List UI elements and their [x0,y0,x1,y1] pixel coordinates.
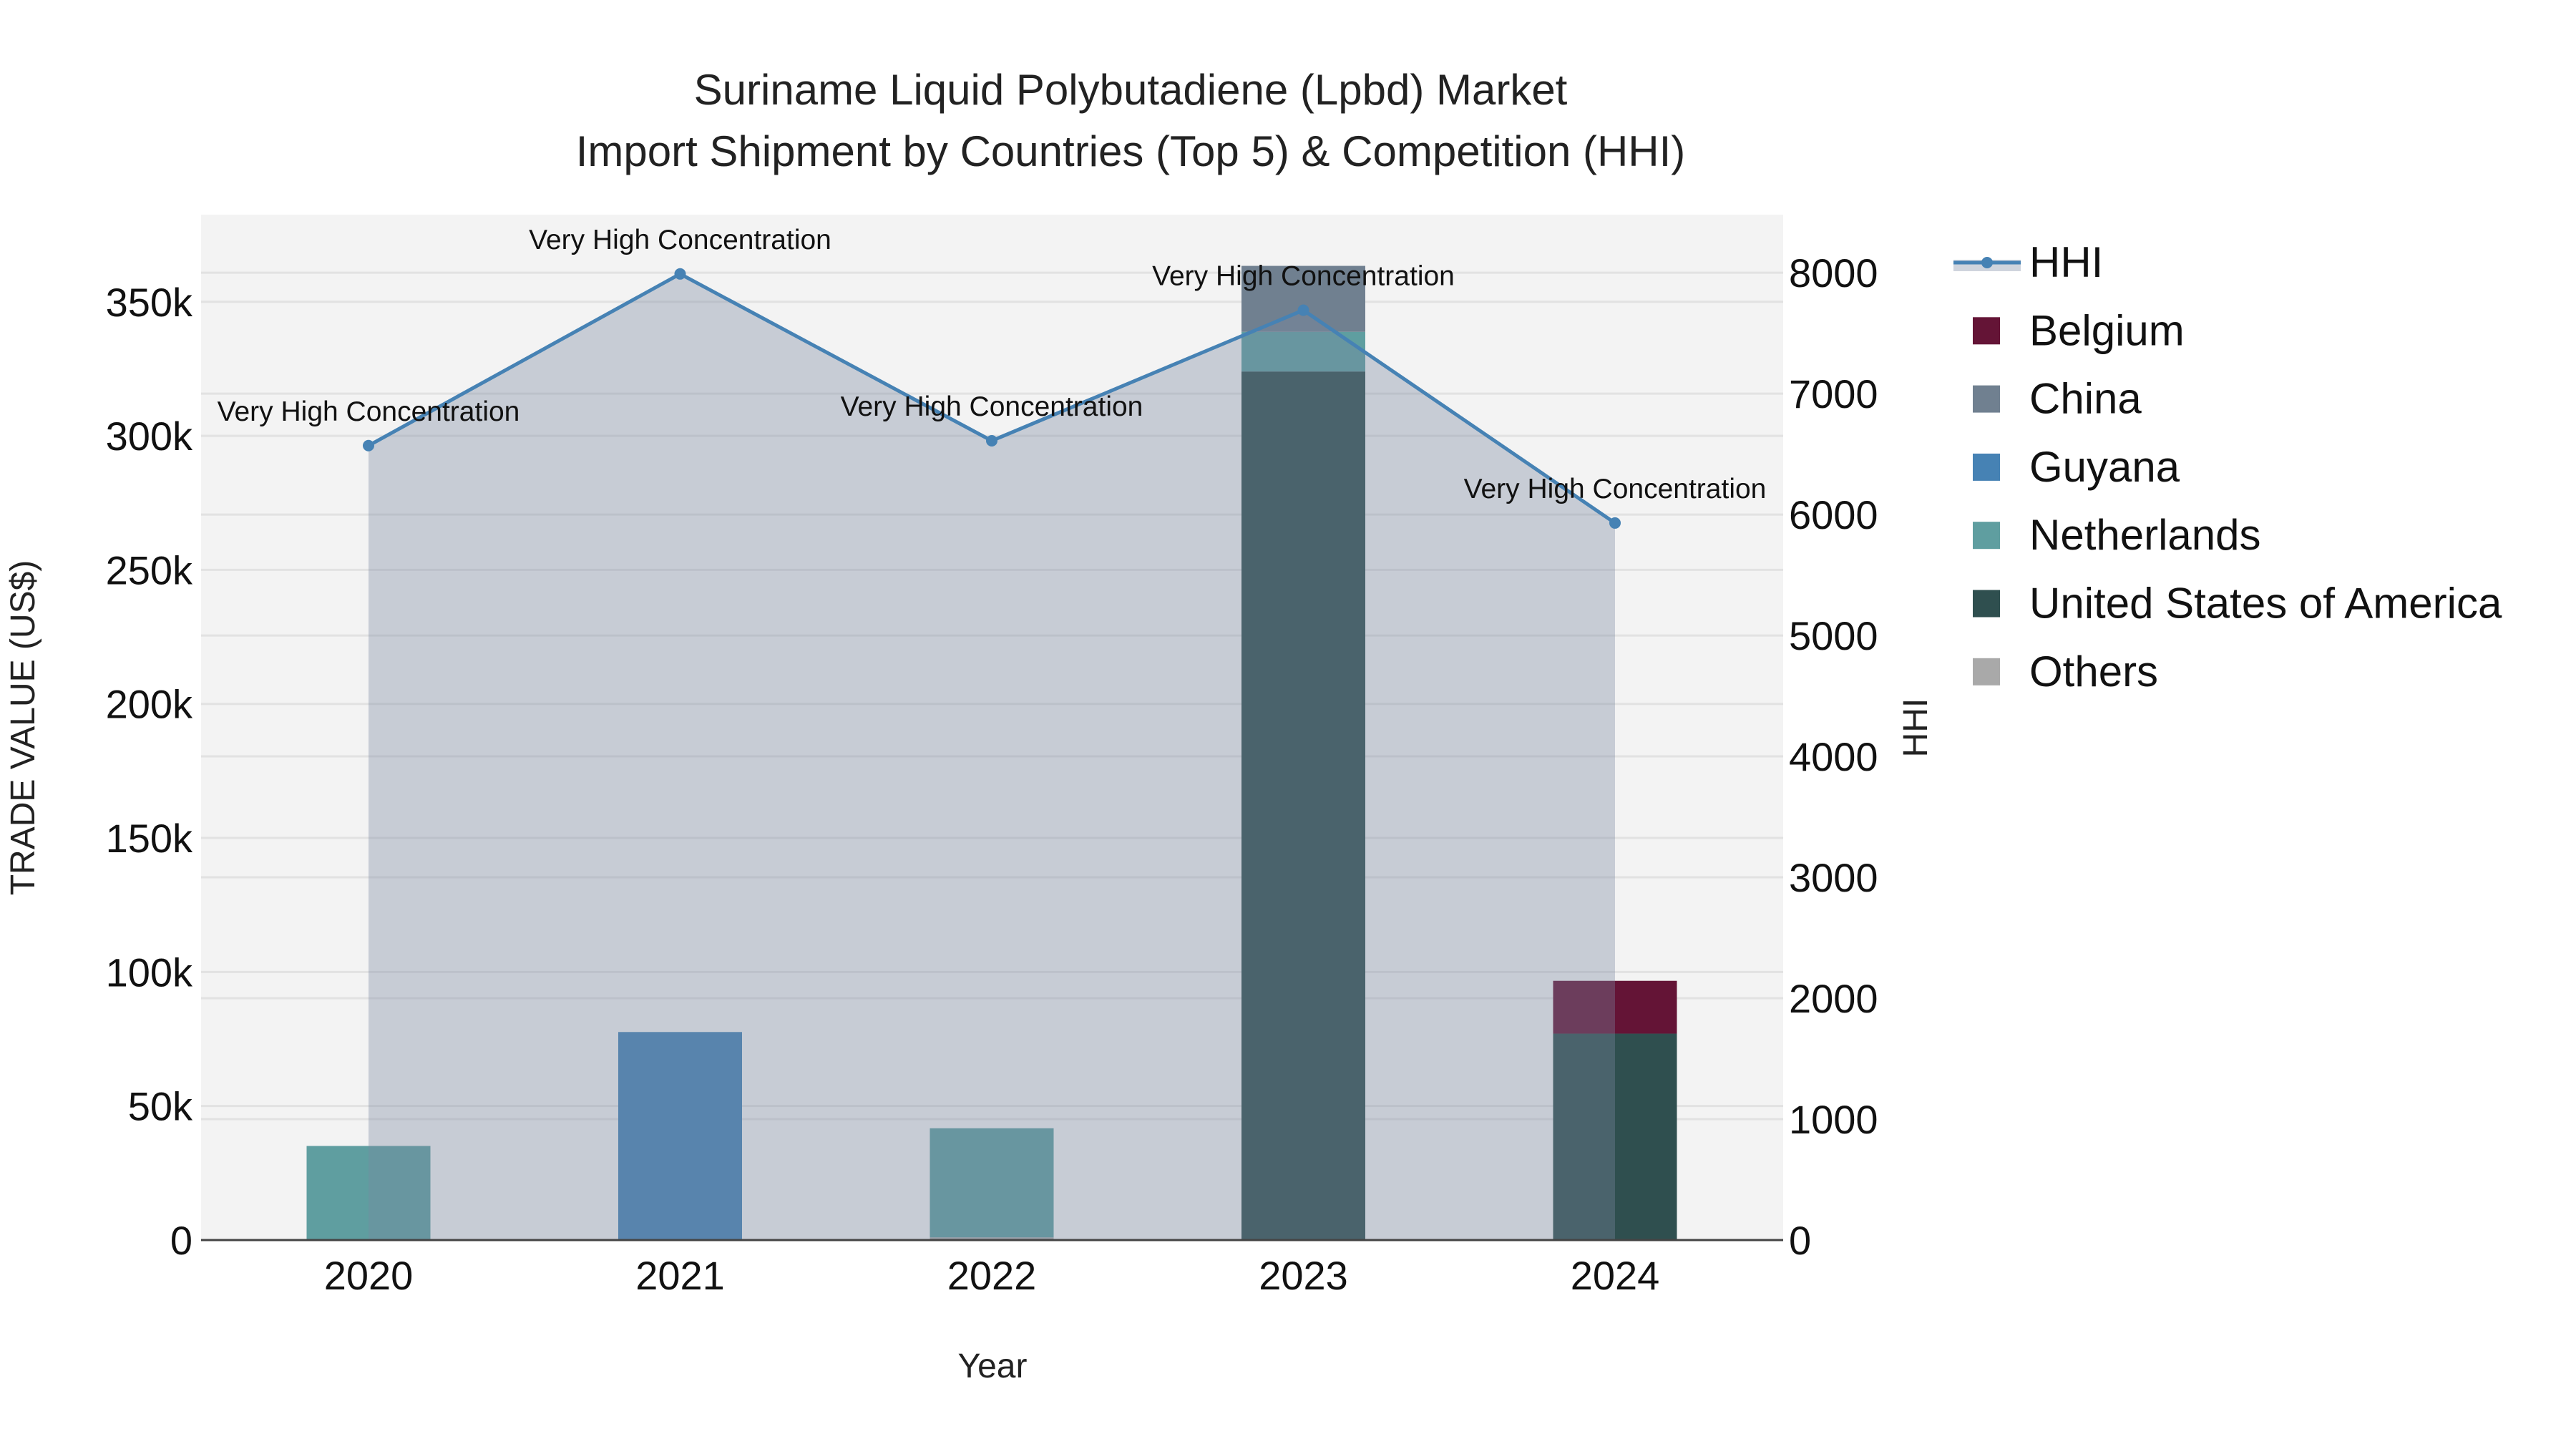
y2-tick-label: 8000 [1789,250,1878,296]
chart-subtitle: Import Shipment by Countries (Top 5) & C… [576,127,1686,175]
y2-axis-title: HHI [1897,698,1935,758]
y-tick-label: 50k [128,1084,193,1129]
hhi-point-2022 [986,435,997,447]
x-axis-title: Year [958,1347,1028,1385]
y2-tick-label: 2000 [1789,976,1878,1021]
chart-title: Suriname Liquid Polybutadiene (Lpbd) Mar… [694,66,1568,114]
hhi-annotation-2024: Very High Concentration [1464,474,1767,504]
y-tick-label: 250k [106,547,193,592]
legend-swatch [1973,385,2000,413]
y-tick-label: 0 [170,1218,192,1263]
hhi-point-2021 [674,268,686,280]
legend-label: Guyana [2029,443,2180,491]
legend-label: China [2029,375,2142,423]
legend-label: Belgium [2029,306,2185,354]
legend-swatch [1973,317,2000,345]
x-tick-label: 2020 [324,1253,414,1298]
y-tick-label: 100k [106,950,193,995]
x-tick-label: 2024 [1571,1253,1660,1298]
legend-swatch [1973,590,2000,618]
legend-item-united-states-of-america[interactable]: United States of America [1973,580,2502,628]
x-tick-label: 2023 [1259,1253,1348,1298]
legend-label: Netherlands [2029,511,2261,559]
legend-swatch [1973,453,2000,481]
x-tick-label: 2022 [947,1253,1037,1298]
legend-swatch-hhi-marker [1981,257,1993,268]
y-tick-label: 200k [106,682,193,727]
legend-label: HHI [2029,238,2103,286]
y-tick-label: 350k [106,280,193,325]
hhi-annotation-2020: Very High Concentration [218,396,520,427]
hhi-annotation-2021: Very High Concentration [529,225,831,255]
y-tick-label: 300k [106,414,193,459]
y-axis-title: TRADE VALUE (US$) [4,560,42,896]
hhi-point-2023 [1297,304,1309,316]
y2-tick-label: 7000 [1789,371,1878,416]
x-tick-label: 2021 [635,1253,725,1298]
y-tick-label: 150k [106,816,193,861]
y2-tick-label: 5000 [1789,613,1878,658]
hhi-annotation-2023: Very High Concentration [1152,260,1455,291]
legend-swatch [1973,522,2000,550]
hhi-point-2024 [1609,517,1621,529]
y2-tick-label: 1000 [1789,1097,1878,1142]
hhi-point-2020 [363,439,374,452]
hhi-annotation-2022: Very High Concentration [841,391,1143,422]
chart: Very High Concentration Very High Concent… [0,0,2576,1449]
y2-tick-label: 4000 [1789,734,1878,779]
legend-label: United States of America [2029,580,2502,628]
y2-tick-label: 0 [1789,1218,1811,1263]
legend-swatch [1973,658,2000,686]
y2-tick-label: 3000 [1789,855,1878,900]
legend-label: Others [2029,648,2158,696]
y2-tick-label: 6000 [1789,492,1878,537]
